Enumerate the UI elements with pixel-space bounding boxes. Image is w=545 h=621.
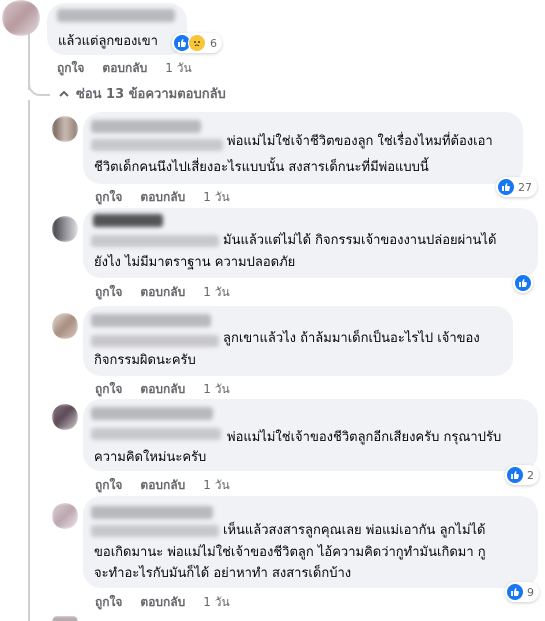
reply-button[interactable]: ตอบกลับ: [140, 380, 185, 399]
like-button[interactable]: ถูกใจ: [95, 380, 122, 399]
comment-actions: ถูกใจ ตอบกลับ 1 วัน: [95, 380, 248, 399]
comment-text-line: ขอเกิดมานะ พ่อแม่ไม่ใช่เจ้าของชีวิตลูก ไ…: [94, 545, 486, 560]
comment-text-line: พ่อแม่ไม่ใช่เจ้าชีวิตของลูก ใช่เรื่องไหม…: [227, 134, 493, 149]
reaction-count: 9: [527, 585, 534, 599]
author-name-cont: [91, 335, 219, 347]
thread-line: [28, 30, 30, 90]
author-name-cont: [91, 428, 221, 440]
like-reaction-icon: [507, 584, 523, 600]
reaction-count: 6: [210, 36, 217, 50]
reply-button[interactable]: ตอบกลับ: [102, 59, 147, 78]
comment-text-line: ความคิดใหม่นะครับ: [94, 450, 207, 465]
comment-text-line: ลูกเขาแล้วไง ถ้าล้มมาเด็กเป็นอะไรไป เจ้า…: [223, 331, 480, 346]
author-name-cont: [91, 525, 219, 537]
comment-bubble: พ่อแม่ไม่ใช่เจ้าชีวิตของลูก ใช่เรื่องไหม…: [83, 112, 523, 184]
timestamp[interactable]: 1 วัน: [203, 476, 229, 495]
chevron-up-icon: [59, 90, 69, 97]
comment-text-line: จะทำอะไรกับมันก็ได้ อย่าหาทำ สงสารเด็กบ้…: [94, 566, 352, 581]
comment-text-line: กิจกรรมผิดนะครับ: [94, 353, 196, 368]
comment-bubble: พ่อแม่ไม่ใช่เจ้าของชีวิตลูกอีกเสียงครับ …: [83, 399, 538, 471]
timestamp[interactable]: 1 วัน: [203, 593, 229, 612]
hide-replies-link[interactable]: ซ่อน 13 ข้อความตอบกลับ: [58, 83, 226, 104]
author-name[interactable]: [57, 9, 175, 22]
comment-actions: ถูกใจ ตอบกลับ 1 วัน: [95, 593, 248, 612]
reply-button[interactable]: ตอบกลับ: [140, 476, 185, 495]
comment-bubble: เห็นแล้วสงสารลูกคุณเลย พ่อแม่เอากัน ลูกไ…: [83, 496, 538, 588]
thread-line-replies: [28, 100, 30, 621]
author-name[interactable]: [91, 314, 211, 327]
like-reaction-icon: [498, 179, 514, 195]
avatar[interactable]: [52, 404, 78, 430]
thread-elbow: [28, 82, 50, 96]
timestamp[interactable]: 1 วัน: [203, 188, 229, 207]
reply-button[interactable]: ตอบกลับ: [140, 283, 185, 302]
reaction-count: 27: [518, 180, 532, 194]
avatar[interactable]: [52, 503, 78, 529]
reaction-summary[interactable]: 27: [496, 177, 537, 197]
avatar[interactable]: [52, 216, 78, 242]
like-button[interactable]: ถูกใจ: [57, 59, 84, 78]
avatar[interactable]: [52, 116, 78, 142]
avatar[interactable]: [52, 313, 78, 339]
like-reaction-icon: [507, 467, 523, 483]
author-name[interactable]: [91, 407, 213, 420]
comment-bubble: มันแล้วแต่ไม่ได้ กิจกรรมเจ้าของงานปล่อยผ…: [83, 208, 538, 278]
avatar[interactable]: [52, 616, 78, 621]
comment-text: แล้วแต่ลูกของเขา: [58, 34, 158, 49]
author-name[interactable]: [93, 214, 163, 227]
like-button[interactable]: ถูกใจ: [95, 188, 122, 207]
reply-button[interactable]: ตอบกลับ: [140, 593, 185, 612]
comment-actions: ถูกใจ ตอบกลับ 1 วัน: [95, 188, 248, 207]
author-name-cont: [91, 235, 219, 247]
comment-actions: ถูกใจ ตอบกลับ 1 วัน: [95, 283, 248, 302]
reaction-summary[interactable]: 6: [172, 33, 222, 53]
sad-reaction-icon: [188, 34, 206, 52]
reaction-summary[interactable]: [513, 273, 533, 293]
reaction-count: 2: [527, 468, 534, 482]
reaction-summary[interactable]: 9: [505, 582, 539, 602]
comment-text-line: ยังไง ไม่มีมาตราฐาน ความปลอดภัย: [94, 255, 296, 270]
hide-replies-label: ซ่อน 13 ข้อความตอบกลับ: [76, 87, 226, 102]
comment-text-line: พ่อแม่ไม่ใช่เจ้าของชีวิตลูกอีกเสียงครับ …: [227, 430, 502, 445]
comment-text-line: เห็นแล้วสงสารลูกคุณเลย พ่อแม่เอากัน ลูกไ…: [223, 523, 486, 538]
like-button[interactable]: ถูกใจ: [95, 476, 122, 495]
timestamp[interactable]: 1 วัน: [203, 283, 229, 302]
timestamp[interactable]: 1 วัน: [203, 380, 229, 399]
avatar[interactable]: [2, 0, 40, 36]
timestamp[interactable]: 1 วัน: [165, 59, 191, 78]
author-name[interactable]: [91, 506, 213, 519]
comment-bubble: ลูกเขาแล้วไง ถ้าล้มมาเด็กเป็นอะไรไป เจ้า…: [83, 306, 513, 376]
comment-text-line: ชีวิตเด็กคนนึงไปเสี่ยงอะไรแบบนั้น สงสารเ…: [94, 160, 429, 175]
reply-button[interactable]: ตอบกลับ: [140, 188, 185, 207]
like-button[interactable]: ถูกใจ: [95, 283, 122, 302]
like-reaction-icon: [515, 275, 531, 291]
author-name[interactable]: [91, 120, 201, 133]
comment-text-line: มันแล้วแต่ไม่ได้ กิจกรรมเจ้าของงานปล่อยผ…: [223, 233, 497, 248]
comment-bubble: แล้วแต่ลูกของเขา: [47, 3, 187, 55]
author-name-cont: [91, 139, 223, 151]
reaction-summary[interactable]: 2: [505, 465, 539, 485]
comment-actions: ถูกใจ ตอบกลับ 1 วัน: [95, 476, 248, 495]
like-button[interactable]: ถูกใจ: [95, 593, 122, 612]
comment-actions: ถูกใจ ตอบกลับ 1 วัน: [57, 59, 210, 78]
